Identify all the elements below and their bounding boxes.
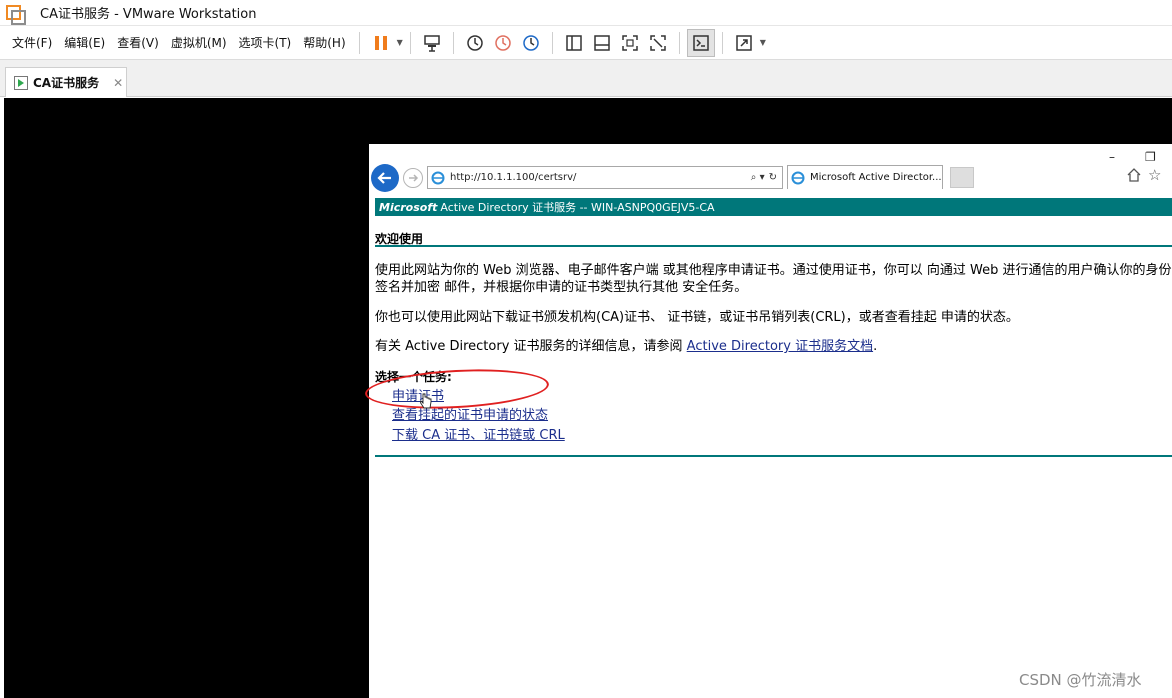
- home-icon[interactable]: [1127, 168, 1141, 182]
- browser-tab-active[interactable]: Microsoft Active Director...: [787, 165, 943, 189]
- snapshot-manager-button[interactable]: [517, 29, 545, 57]
- terminal-icon: [693, 34, 709, 51]
- back-button[interactable]: [371, 164, 399, 192]
- menu-view[interactable]: 查看(V): [111, 26, 165, 60]
- toolbar-separator: [678, 31, 680, 54]
- ie-logo-icon: [431, 171, 445, 184]
- docs-link[interactable]: Active Directory 证书服务文档: [687, 339, 873, 354]
- watermark: CSDN @竹流清水: [1019, 671, 1142, 689]
- vm-tab-label: CA证书服务: [33, 76, 100, 90]
- menu-edit[interactable]: 编辑(E): [58, 26, 111, 60]
- docs-suffix: .: [873, 339, 878, 354]
- vmware-logo-icon: [6, 4, 26, 25]
- bottom-panel-layout-icon: [594, 34, 610, 51]
- toolbar-separator: [409, 31, 411, 54]
- vm-running-icon: [14, 75, 28, 90]
- stretch-dropdown-caret-icon[interactable]: ▼: [760, 38, 766, 47]
- restore-button[interactable]: ❐: [1145, 150, 1156, 164]
- browser-tab-label: Microsoft Active Director...: [810, 172, 942, 183]
- show-thumbnails-button[interactable]: [588, 29, 616, 57]
- favorites-star-icon[interactable]: ☆: [1148, 166, 1161, 184]
- view-pending-status-link[interactable]: 查看挂起的证书申请的状态: [392, 404, 548, 423]
- pause-dropdown-caret-icon[interactable]: ▼: [397, 38, 403, 47]
- window-title: CA证书服务 - VMware Workstation: [40, 7, 257, 22]
- download-info-text: 你也可以使用此网站下载证书颁发机构(CA)证书、 证书链，或证书吊销列表(CRL…: [375, 310, 1019, 325]
- docs-prefix: 有关 Active Directory 证书服务的详细信息，请参阅: [375, 339, 687, 354]
- take-snapshot-button[interactable]: [461, 29, 489, 57]
- send-ctrl-alt-del-button[interactable]: [418, 29, 446, 57]
- pause-vm-button[interactable]: [367, 29, 395, 57]
- pause-icon: [374, 35, 387, 50]
- refresh-icon[interactable]: ↻: [769, 172, 777, 183]
- forward-button[interactable]: [403, 168, 423, 188]
- toolbar-separator: [358, 31, 360, 54]
- snapshot-manager-icon: [523, 34, 539, 51]
- show-library-button[interactable]: [560, 29, 588, 57]
- toolbar-separator: [452, 31, 454, 54]
- revert-snapshot-button[interactable]: [489, 29, 517, 57]
- docs-info-text: 有关 Active Directory 证书服务的详细信息，请参阅 Active…: [375, 338, 877, 355]
- search-icon[interactable]: ⌕ ▾: [751, 172, 765, 183]
- fullscreen-icon: [622, 34, 638, 51]
- menu-tabs[interactable]: 选项卡(T): [233, 26, 298, 60]
- stretch-guest-button[interactable]: [730, 29, 758, 57]
- unity-mode-icon: [650, 34, 666, 51]
- expand-arrows-icon: [736, 34, 752, 51]
- ie-logo-icon: [791, 171, 805, 184]
- header-title: Active Directory 证书服务 -- WIN-ASNPQ0GEJV5…: [440, 201, 715, 214]
- menu-help[interactable]: 帮助(H): [297, 26, 351, 60]
- menu-bar: 文件(F) 编辑(E) 查看(V) 虚拟机(M) 选项卡(T) 帮助(H) ▼ …: [0, 26, 1172, 60]
- forward-arrow-icon: [409, 174, 419, 182]
- sidebar-layout-icon: [566, 34, 582, 51]
- toolbar-separator: [721, 31, 723, 54]
- menu-file[interactable]: 文件(F): [0, 26, 58, 60]
- address-bar[interactable]: http://10.1.1.100/certsrv/ ⌕ ▾ ↻: [427, 166, 783, 189]
- request-certificate-link[interactable]: 申请证书: [392, 385, 444, 404]
- revert-snapshot-icon: [495, 34, 511, 51]
- download-ca-cert-link[interactable]: 下载 CA 证书、证书链或 CRL: [392, 424, 565, 443]
- choose-task-heading: 选择一个任务:: [375, 370, 452, 384]
- unity-mode-button[interactable]: [644, 29, 672, 57]
- network-computer-icon: [424, 34, 440, 52]
- snapshot-clock-icon: [467, 34, 483, 51]
- console-view-button[interactable]: [686, 28, 715, 57]
- vm-tab-bar: CA证书服务 ✕: [0, 60, 1172, 97]
- divider: [375, 245, 1172, 247]
- header-brand: Microsoft: [379, 200, 438, 214]
- ca-page-header: Microsoft Active Directory 证书服务 -- WIN-A…: [375, 198, 1172, 216]
- toolbar-separator: [551, 31, 553, 54]
- minimize-button[interactable]: –: [1109, 150, 1115, 164]
- url-text[interactable]: http://10.1.1.100/certsrv/: [450, 172, 751, 183]
- ie-browser-window: – ❐ http://10.1.1.100/certsrv/ ⌕ ▾ ↻ Mic…: [369, 144, 1172, 698]
- full-screen-button[interactable]: [616, 29, 644, 57]
- menu-vm[interactable]: 虚拟机(M): [165, 26, 233, 60]
- back-arrow-icon: [377, 172, 391, 184]
- hand-cursor-icon: [420, 393, 432, 409]
- divider: [375, 455, 1172, 457]
- intro-line-2: 签名并加密 邮件，并根据你申请的证书类型执行其他 安全任务。: [375, 280, 748, 295]
- intro-line-1: 使用此网站为你的 Web 浏览器、电子邮件客户端 或其他程序申请证书。通过使用证…: [375, 263, 1172, 278]
- title-bar: CA证书服务 - VMware Workstation: [0, 0, 1172, 26]
- new-tab-button[interactable]: [950, 167, 974, 188]
- close-icon[interactable]: ✕: [113, 76, 123, 90]
- vm-tab-ca[interactable]: CA证书服务 ✕: [5, 67, 127, 97]
